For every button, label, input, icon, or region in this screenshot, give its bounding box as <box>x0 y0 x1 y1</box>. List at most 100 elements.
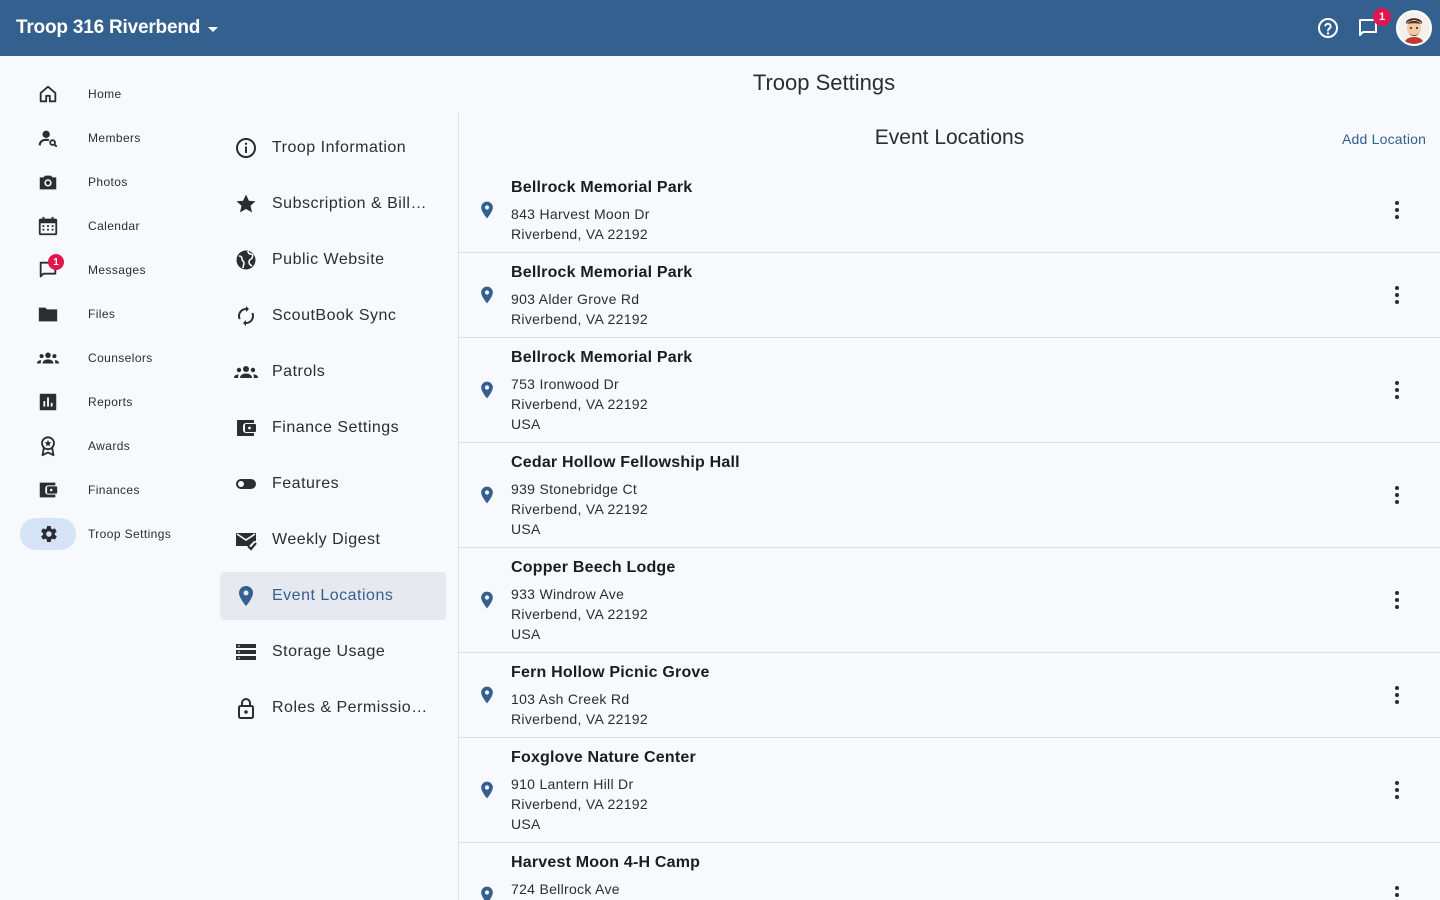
more-vert-icon[interactable] <box>1381 679 1413 711</box>
settings-item-weekly-digest[interactable]: Weekly Digest <box>220 516 446 564</box>
more-vert-icon[interactable] <box>1381 374 1413 406</box>
location-country: USA <box>511 521 541 537</box>
chat-icon: 1 <box>20 254 76 286</box>
location-pin-icon <box>481 201 493 219</box>
location-name: Harvest Moon 4-H Camp <box>511 854 701 871</box>
location-item[interactable]: Harvest Moon 4-H Camp 724 Bellrock Ave <box>459 843 1440 900</box>
calendar-icon <box>20 210 76 242</box>
location-address-line: Riverbend, VA 22192 <box>511 796 648 812</box>
more-vert-icon[interactable] <box>1381 279 1413 311</box>
location-address-line: Riverbend, VA 22192 <box>511 501 648 517</box>
location-country: USA <box>511 626 541 642</box>
location-item[interactable]: Bellrock Memorial Park 753 Ironwood Dr R… <box>459 338 1440 443</box>
settings-item-troop-information[interactable]: Troop Information <box>220 124 446 172</box>
section-title: Event Locations <box>874 126 1025 149</box>
nav-label: Photos <box>88 175 128 189</box>
award-icon <box>20 430 76 462</box>
lock-icon <box>220 696 272 720</box>
settings-item-label: Patrols <box>272 363 326 380</box>
messages-badge: 1 <box>48 254 64 270</box>
location-name: Fern Hollow Picnic Grove <box>511 664 710 681</box>
location-item[interactable]: Bellrock Memorial Park 843 Harvest Moon … <box>459 168 1440 253</box>
camera-icon <box>20 166 76 198</box>
location-item[interactable]: Bellrock Memorial Park 903 Alder Grove R… <box>459 253 1440 338</box>
settings-item-public-website[interactable]: Public Website <box>220 236 446 284</box>
settings-item-event-locations[interactable]: Event Locations <box>220 572 446 620</box>
location-address-line: 910 Lantern Hill Dr <box>511 776 634 792</box>
location-address-line: 724 Bellrock Ave <box>511 881 620 897</box>
nav-label: Files <box>88 307 116 321</box>
nav-reports[interactable]: Reports <box>20 386 210 418</box>
location-pin-icon <box>481 286 493 304</box>
more-vert-icon[interactable] <box>1381 774 1413 806</box>
location-name: Bellrock Memorial Park <box>511 264 693 281</box>
storage-icon <box>220 640 272 664</box>
messages-button[interactable]: 1 <box>1352 8 1391 44</box>
location-pin-icon <box>481 486 493 504</box>
toggle-icon <box>220 472 272 496</box>
more-vert-icon[interactable] <box>1381 584 1413 616</box>
nav-label: Reports <box>88 395 133 409</box>
add-location-button[interactable]: Add Location <box>1342 131 1426 147</box>
settings-item-subscription[interactable]: Subscription & Bill… <box>220 180 446 228</box>
wallet-icon <box>20 474 76 506</box>
person-search-icon <box>20 122 76 154</box>
location-pin-icon <box>481 381 493 399</box>
location-item[interactable]: Copper Beech Lodge 933 Windrow Ave River… <box>459 548 1440 653</box>
gear-icon <box>20 518 76 550</box>
more-vert-icon[interactable] <box>1381 879 1413 900</box>
nav-photos[interactable]: Photos <box>20 166 210 198</box>
location-country: USA <box>511 816 541 832</box>
location-name: Bellrock Memorial Park <box>511 349 693 366</box>
nav-counselors[interactable]: Counselors <box>20 342 210 374</box>
home-icon <box>20 78 76 110</box>
nav-troop-settings[interactable]: Troop Settings <box>20 518 210 550</box>
settings-item-label: Weekly Digest <box>272 531 381 548</box>
nav-messages[interactable]: 1 Messages <box>20 254 210 286</box>
nav-awards[interactable]: Awards <box>20 430 210 462</box>
location-address-line: 103 Ash Creek Rd <box>511 691 630 707</box>
sync-icon <box>220 304 272 328</box>
troop-switcher[interactable]: Troop 316 Riverbend <box>16 0 219 56</box>
nav-home[interactable]: Home <box>20 78 210 110</box>
settings-item-finance-settings[interactable]: Finance Settings <box>220 404 446 452</box>
location-address-line: 753 Ironwood Dr <box>511 376 620 392</box>
location-item[interactable]: Cedar Hollow Fellowship Hall 939 Stonebr… <box>459 443 1440 548</box>
group-icon <box>20 342 76 374</box>
settings-item-storage-usage[interactable]: Storage Usage <box>220 628 446 676</box>
settings-item-label: Event Locations <box>272 587 394 604</box>
location-country: USA <box>511 416 541 432</box>
settings-item-roles-permissions[interactable]: Roles & Permissio… <box>220 684 446 732</box>
nav-label: Troop Settings <box>88 527 172 541</box>
troop-name: Troop 316 Riverbend <box>16 17 201 38</box>
avatar[interactable] <box>1396 10 1432 46</box>
location-item[interactable]: Foxglove Nature Center 910 Lantern Hill … <box>459 738 1440 843</box>
settings-item-features[interactable]: Features <box>220 460 446 508</box>
help-circle-icon[interactable] <box>1312 12 1344 44</box>
more-vert-icon[interactable] <box>1381 194 1413 226</box>
group-icon <box>220 360 272 384</box>
nav-label: Finances <box>88 483 140 497</box>
settings-item-patrols[interactable]: Patrols <box>220 348 446 396</box>
nav-files[interactable]: Files <box>20 298 210 330</box>
side-navigation: Home Members Photos Calendar 1 Messages … <box>0 56 220 900</box>
location-address-line: 933 Windrow Ave <box>511 586 625 602</box>
settings-item-label: Finance Settings <box>272 419 400 436</box>
nav-finances[interactable]: Finances <box>20 474 210 506</box>
location-address-line: Riverbend, VA 22192 <box>511 226 648 242</box>
more-vert-icon[interactable] <box>1381 479 1413 511</box>
nav-label: Members <box>88 131 141 145</box>
settings-item-scoutbook-sync[interactable]: ScoutBook Sync <box>220 292 446 340</box>
star-icon <box>220 192 272 216</box>
settings-item-label: Features <box>272 475 340 492</box>
info-icon <box>220 136 272 160</box>
top-app-bar: Troop 316 Riverbend 1 <box>0 0 1440 56</box>
nav-members[interactable]: Members <box>20 122 210 154</box>
messages-badge: 1 <box>1373 8 1391 26</box>
wallet-icon <box>220 416 272 440</box>
location-address-line: 843 Harvest Moon Dr <box>511 206 650 222</box>
location-address-line: 939 Stonebridge Ct <box>511 481 638 497</box>
location-item[interactable]: Fern Hollow Picnic Grove 103 Ash Creek R… <box>459 653 1440 738</box>
nav-calendar[interactable]: Calendar <box>20 210 210 242</box>
location-address-line: Riverbend, VA 22192 <box>511 311 648 327</box>
